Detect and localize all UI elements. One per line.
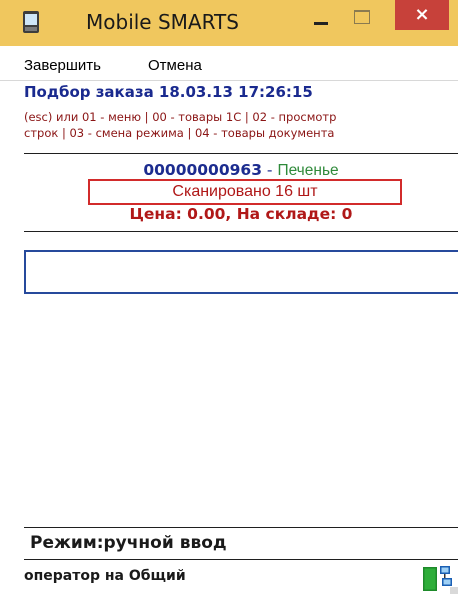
window-title: Mobile SMARTS xyxy=(86,10,239,34)
price-stock-line: Цена: 0.00, На складе: 0 xyxy=(129,205,353,223)
minimize-icon[interactable] xyxy=(312,12,330,26)
menu-item-finish[interactable]: Завершить xyxy=(24,57,101,74)
divider xyxy=(24,231,458,232)
product-code: 00000000963 xyxy=(143,161,262,179)
product-line: 00000000963 - Печенье xyxy=(0,161,458,180)
divider xyxy=(24,153,458,154)
product-name: Печенье xyxy=(277,162,339,179)
close-button[interactable]: × xyxy=(395,0,449,30)
hint-line-1: (esc) или 01 - меню | 00 - товары 1С | 0… xyxy=(24,110,337,124)
operator-label: оператор на Общий xyxy=(24,568,186,584)
menu-item-cancel[interactable]: Отмена xyxy=(148,57,202,74)
title-bar: Mobile SMARTS × xyxy=(0,0,458,46)
maximize-icon[interactable] xyxy=(354,10,370,24)
barcode-input[interactable] xyxy=(24,250,458,294)
mode-label: Режим:ручной ввод xyxy=(30,533,227,553)
network-status-icon xyxy=(423,566,458,594)
scanned-count: Сканировано 16 шт xyxy=(88,179,402,205)
document-header: Подбор заказа 18.03.13 17:26:15 xyxy=(0,80,458,103)
document-title: Подбор заказа 18.03.13 17:26:15 xyxy=(24,83,313,101)
hint-line-2: строк | 03 - смена режима | 04 - товары … xyxy=(24,126,335,140)
divider xyxy=(24,559,458,560)
divider xyxy=(24,527,458,528)
mobile-device-icon xyxy=(23,11,39,33)
product-separator: - xyxy=(261,161,278,179)
menu-bar: Завершить Отмена xyxy=(0,52,458,78)
